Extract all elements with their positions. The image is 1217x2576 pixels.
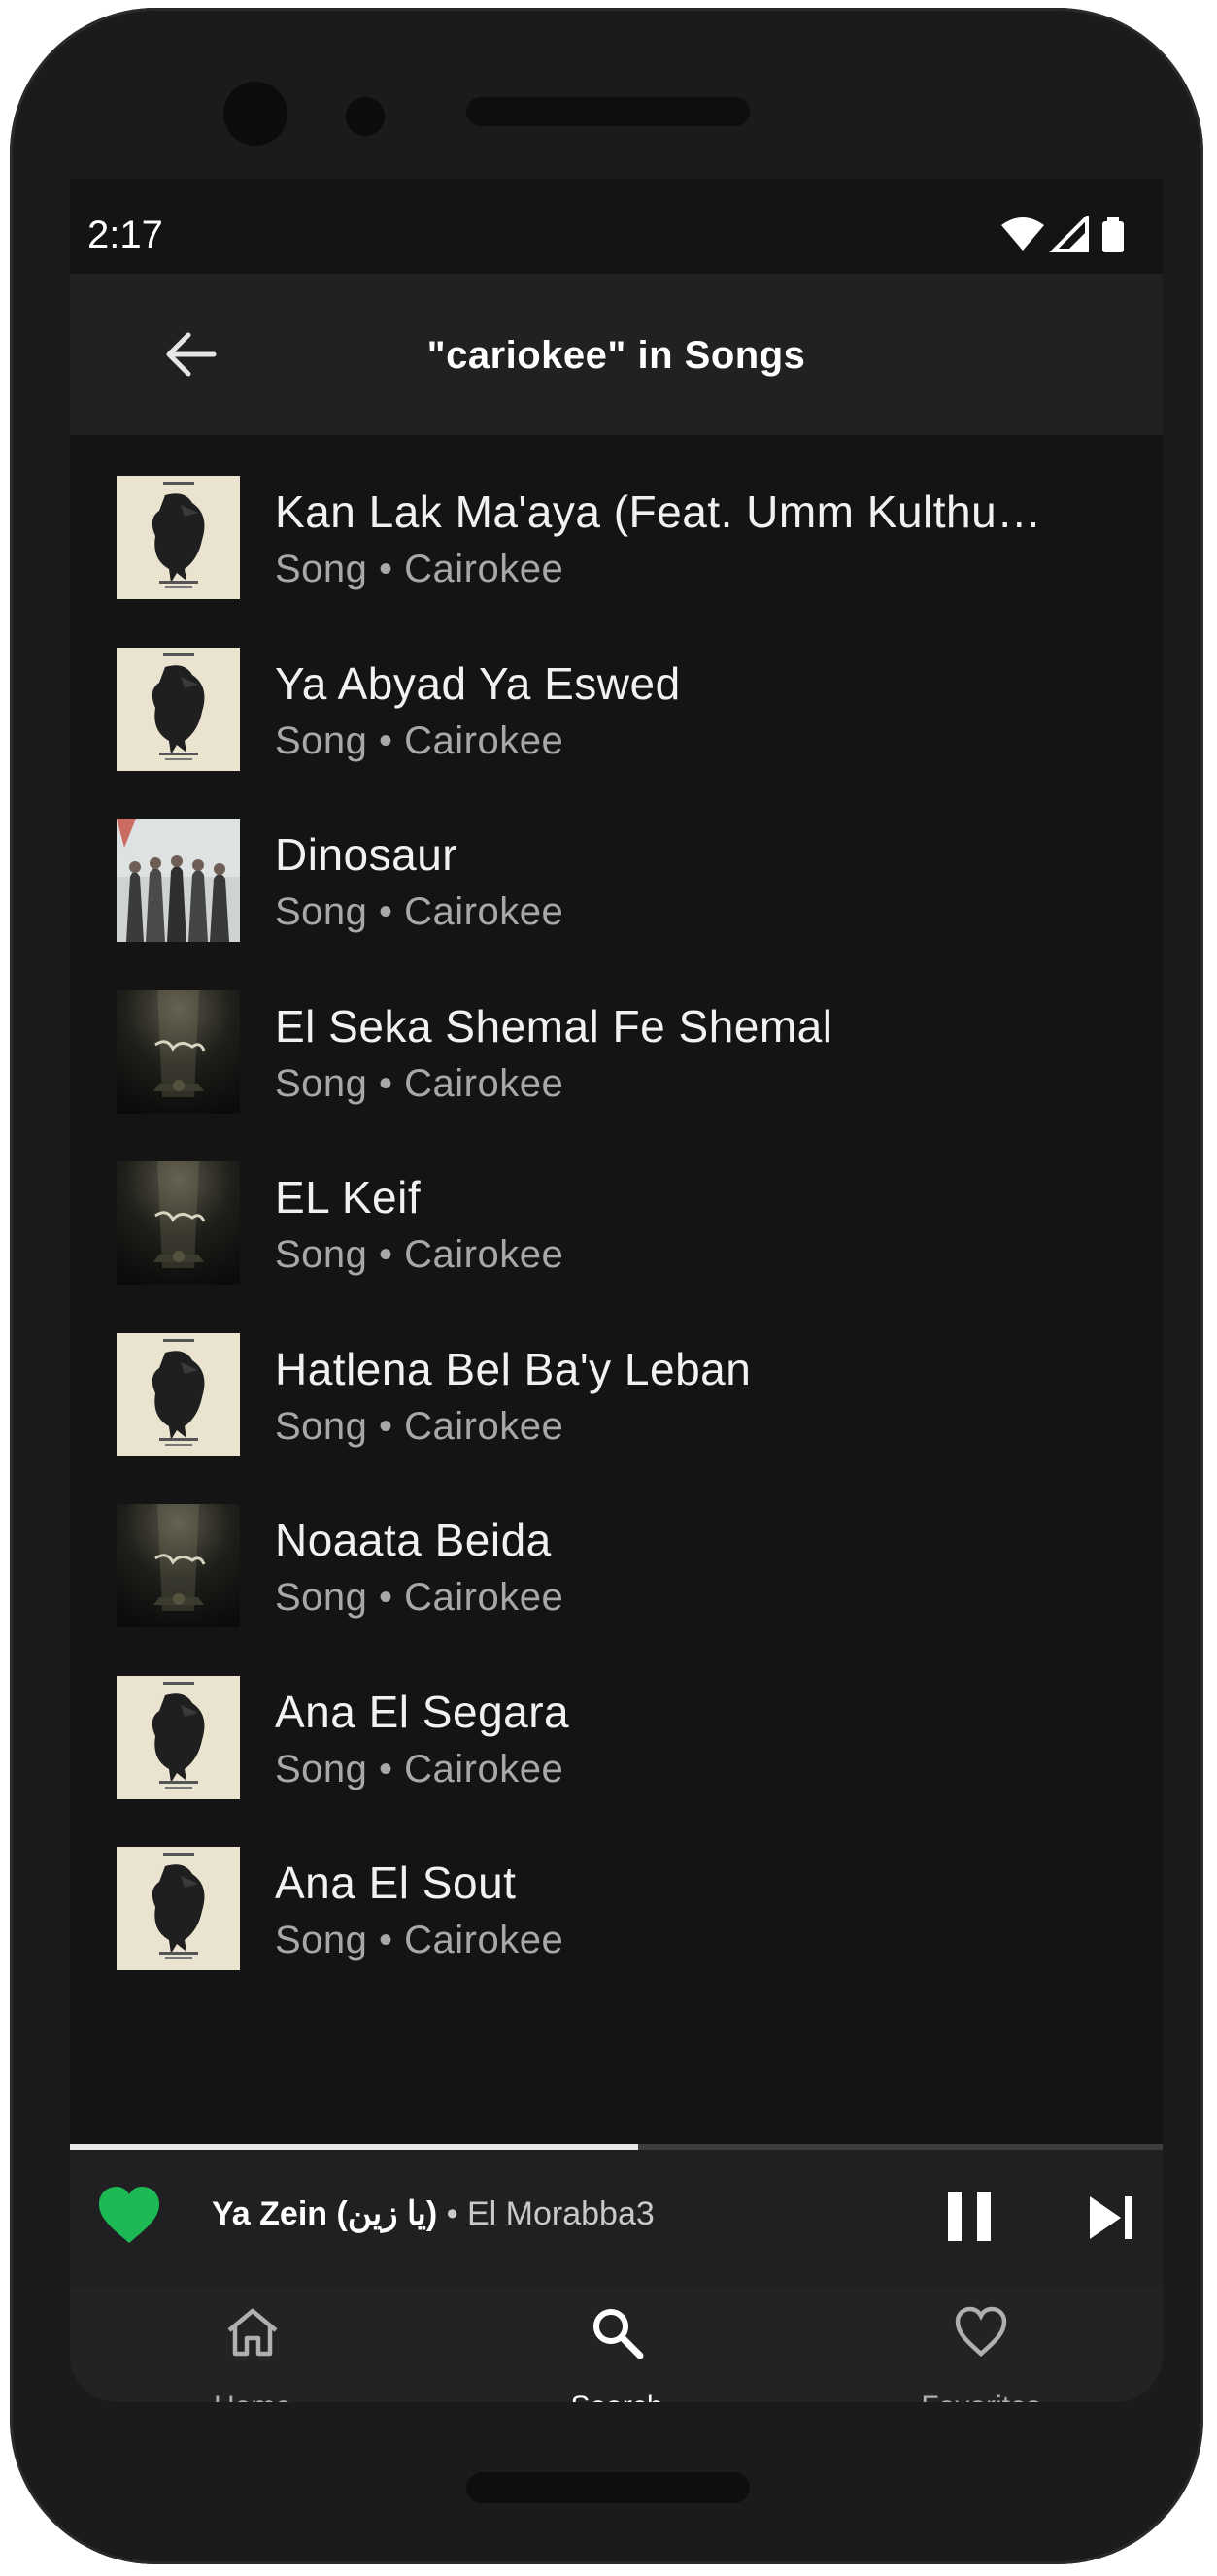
song-row[interactable]: Hatlena Bel Ba'y Leban Song • Cairokee [70,1292,1163,1463]
song-subtitle: Song • Cairokee [275,719,564,762]
front-camera [223,82,287,146]
app-bar: "cariokee" in Songs [70,274,1163,435]
album-art [117,647,240,771]
status-bar: 2:17 [70,179,1163,274]
now-playing-title: Ya Zein (يا زين) [212,2195,438,2232]
song-title: EL Keif [275,1172,422,1222]
phone-frame: 2:17 "cariokee" in Songs Kan Lak Ma'aya … [10,8,1203,2564]
album-art [117,1161,240,1285]
heart-filled-icon [99,2187,159,2243]
song-title: Hatlena Bel Ba'y Leban [275,1343,752,1394]
song-subtitle: Song • Cairokee [275,1061,564,1105]
song-row[interactable]: Kan Lak Ma'aya (Feat. Umm Kulthu… Song • … [70,435,1163,606]
album-art [117,989,240,1114]
wifi-icon [1001,217,1044,251]
mini-player[interactable]: Ya Zein (يا زين) • El Morabba3 [70,2150,1163,2286]
song-subtitle: Song • Cairokee [275,548,564,590]
heart-outline-icon [955,2306,1007,2357]
nav-favorites-label: Favorites [860,2391,1102,2402]
song-title: Ya Abyad Ya Eswed [275,657,681,709]
song-subtitle: Song • Cairokee [275,1404,564,1448]
album-art [117,476,240,599]
nav-home[interactable]: Home [131,2286,374,2402]
now-playing-separator: • [437,2195,467,2232]
song-title: Kan Lak Ma'aya (Feat. Umm Kulthu… [275,486,1042,537]
nav-favorites[interactable]: Favorites [860,2286,1102,2402]
song-row[interactable]: Noaata Beida Song • Cairokee [70,1463,1163,1634]
album-art [117,1847,240,1970]
pause-button[interactable] [944,2189,995,2245]
bottom-speaker [466,2472,750,2503]
album-art [117,1504,240,1627]
song-title: Noaata Beida [275,1515,552,1565]
song-subtitle: Song • Cairokee [275,1576,564,1619]
now-playing[interactable]: Ya Zein (يا زين) • El Morabba3 [212,2194,655,2233]
album-art [117,1675,240,1799]
nav-home-label: Home [131,2391,374,2402]
album-art [117,819,240,942]
song-subtitle: Song • Cairokee [275,1233,564,1276]
song-title: Ana El Sout [275,1857,517,1908]
nav-search-label: Search [495,2391,738,2402]
bottom-navigation: Home Search Favorites [70,2286,1163,2402]
page-title: "cariokee" in Songs [426,334,806,377]
status-icons [1001,216,1124,252]
album-art [117,1332,240,1456]
song-subtitle: Song • Cairokee [275,890,564,933]
song-row[interactable]: Dinosaur Song • Cairokee [70,778,1163,949]
song-row[interactable]: Ana El Sout Song • Cairokee [70,1806,1163,1977]
song-row[interactable]: Ya Abyad Ya Eswed Song • Cairokee [70,607,1163,778]
skip-next-icon [1090,2196,1132,2239]
home-icon [227,2308,278,2357]
skip-next-button[interactable] [1084,2191,1138,2245]
song-row[interactable]: Ana El Segara Song • Cairokee [70,1635,1163,1806]
search-icon [593,2309,644,2359]
song-title: Ana El Segara [275,1686,570,1737]
song-list: Kan Lak Ma'aya (Feat. Umm Kulthu… Song • … [70,435,1163,2144]
song-title: Dinosaur [275,829,458,880]
pause-icon [948,2192,991,2241]
song-row[interactable]: El Seka Shemal Fe Shemal Song • Cairokee [70,950,1163,1121]
song-title: El Seka Shemal Fe Shemal [275,1000,833,1052]
song-row[interactable]: EL Keif Song • Cairokee [70,1121,1163,1291]
song-subtitle: Song • Cairokee [275,1747,564,1790]
earpiece-speaker [466,97,750,126]
battery-icon [1102,221,1124,252]
status-time: 2:17 [87,214,163,256]
now-playing-artist: El Morabba3 [467,2195,655,2232]
nav-search[interactable]: Search [495,2286,738,2402]
favorite-button[interactable] [97,2185,161,2247]
screen: 2:17 "cariokee" in Songs Kan Lak Ma'aya … [70,179,1163,2402]
song-subtitle: Song • Cairokee [275,1919,564,1961]
proximity-sensor [346,97,385,136]
